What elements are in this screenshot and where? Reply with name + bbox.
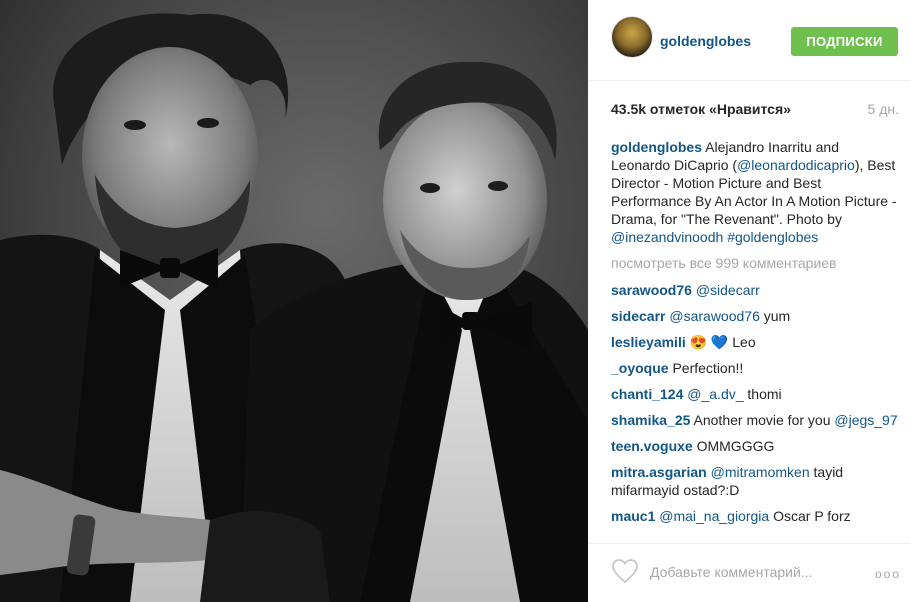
post-photo[interactable]	[0, 0, 588, 602]
comment-item: shamika_25 Another movie for you @jegs_9…	[611, 411, 901, 429]
comment-username[interactable]: leslieyamili	[611, 334, 686, 350]
likes-count[interactable]: 43.5k отметок «Нравится»	[611, 101, 791, 117]
comment-username[interactable]: _oyoque	[611, 360, 669, 376]
comment-mention[interactable]: @sarawood76	[669, 308, 760, 324]
comment-text: 😍 💙 Leo	[685, 334, 756, 350]
comment-username[interactable]: chanti_124	[611, 386, 683, 402]
comment-text: OMMGGGG	[692, 438, 775, 454]
comment-mention[interactable]: @mai_na_giorgia	[659, 508, 769, 524]
follow-button[interactable]: ПОДПИСКИ	[791, 27, 898, 56]
comment-mention[interactable]: @sidecarr	[696, 282, 760, 298]
comments-list: goldenglobes Alejandro Inarritu and Leon…	[611, 138, 901, 533]
comment-item: mauc1 @mai_na_giorgia Oscar P forz	[611, 507, 901, 525]
comment-text: thomi	[743, 386, 782, 402]
comment-text: Oscar P forz	[769, 508, 851, 524]
comment-item: sidecarr @sarawood76 yum	[611, 307, 901, 325]
comment-username[interactable]: teen.voguxe	[611, 438, 693, 454]
comment-text: yum	[759, 308, 791, 324]
comment-text: Perfection!!	[668, 360, 744, 376]
caption-hashtag[interactable]: #goldenglobes	[727, 229, 818, 245]
post-header: goldenglobes ПОДПИСКИ	[588, 0, 911, 81]
comment-username[interactable]: shamika_25	[611, 412, 690, 428]
caption-username[interactable]: goldenglobes	[611, 139, 702, 155]
comment-username[interactable]: mitra.asgarian	[611, 464, 707, 480]
caption-mention[interactable]: @inezandvinoodh	[611, 229, 723, 245]
post-username[interactable]: goldenglobes	[660, 33, 751, 49]
heart-icon[interactable]	[611, 558, 639, 584]
comment-footer: Добавьте комментарий... ooo	[588, 543, 911, 602]
instagram-post: goldenglobes ПОДПИСКИ 43.5k отметок «Нра…	[0, 0, 911, 602]
comment-mention[interactable]: @mitramomken	[711, 464, 810, 480]
comment-username[interactable]: sidecarr	[611, 308, 665, 324]
comment-username[interactable]: mauc1	[611, 508, 655, 524]
comment-username[interactable]: sarawood76	[611, 282, 692, 298]
post-side-panel: goldenglobes ПОДПИСКИ 43.5k отметок «Нра…	[588, 0, 911, 602]
comment-mention[interactable]: @jegs_97	[834, 412, 897, 428]
comment-text: Another movie for you	[690, 412, 835, 428]
more-options-icon[interactable]: ooo	[875, 567, 901, 581]
post-age[interactable]: 5 дн.	[868, 101, 899, 117]
add-comment-input[interactable]: Добавьте комментарий...	[650, 564, 812, 580]
caption: goldenglobes Alejandro Inarritu and Leon…	[611, 138, 901, 246]
photo-artwork	[0, 0, 588, 602]
comment-item: mitra.asgarian @mitramomken tayid mifarm…	[611, 463, 901, 499]
comment-item: chanti_124 @_a.dv_ thomi	[611, 385, 901, 403]
comment-item: sarawood76 @sidecarr	[611, 281, 901, 299]
caption-mention[interactable]: @leonardodicaprio	[737, 157, 855, 173]
comment-item: _oyoque Perfection!!	[611, 359, 901, 377]
comment-item: teen.voguxe OMMGGGG	[611, 437, 901, 455]
comment-mention[interactable]: @_a.dv_	[687, 386, 743, 402]
comment-item: leslieyamili 😍 💙 Leo	[611, 333, 901, 351]
view-all-comments-link[interactable]: посмотреть все 999 комментариев	[611, 254, 901, 272]
avatar[interactable]	[611, 16, 653, 58]
